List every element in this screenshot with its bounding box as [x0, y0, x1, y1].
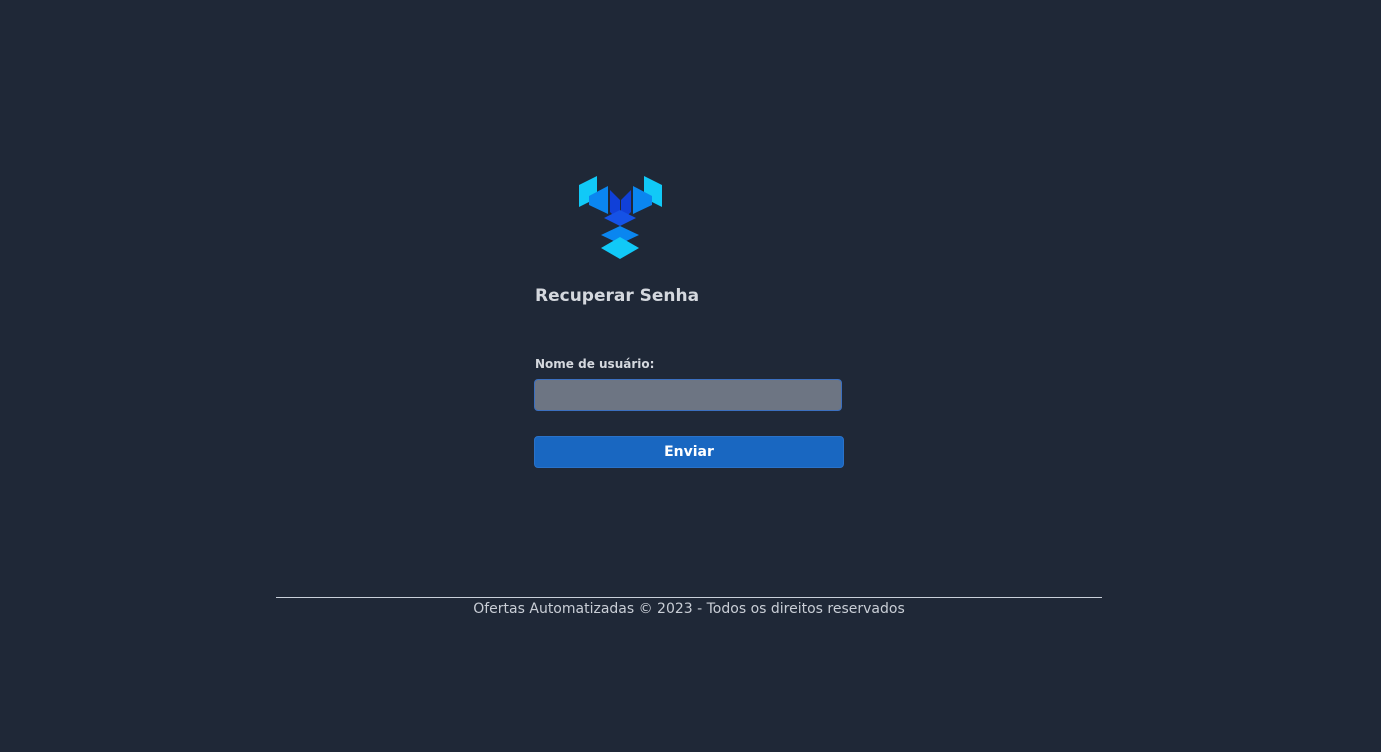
- page-title: Recuperar Senha: [535, 286, 700, 306]
- cube-stack-logo-icon: [579, 176, 662, 259]
- logo-center-join-piece: [604, 210, 636, 226]
- username-input[interactable]: [534, 379, 842, 411]
- submit-button[interactable]: Enviar: [534, 436, 844, 468]
- footer-copyright: Ofertas Automatizadas © 2023 - Todos os …: [473, 601, 905, 617]
- footer-divider: [276, 597, 1102, 598]
- logo-bottom-diamond: [601, 237, 639, 259]
- username-label: Nome de usuário:: [535, 357, 655, 371]
